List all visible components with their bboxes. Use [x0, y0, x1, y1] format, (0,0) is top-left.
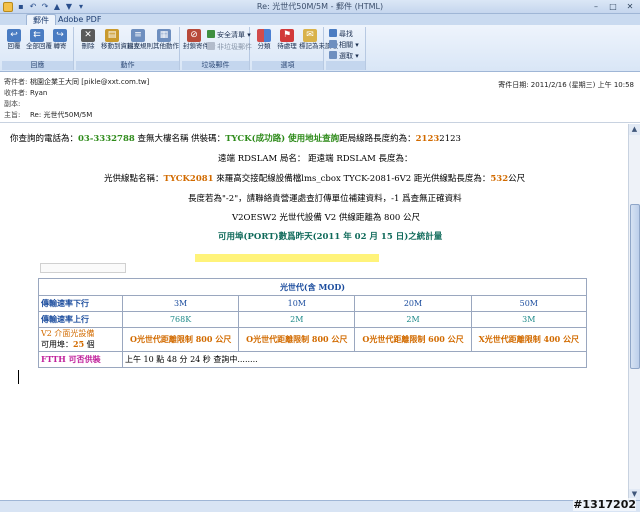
move-to-folder-button[interactable]: ▤ 移動到資料夾: [101, 28, 140, 60]
table-row-downlink: 傳輸速率下行 3M 10M 20M 50M: [38, 295, 588, 312]
reply-all-icon: ⇇: [30, 29, 44, 42]
reply-button[interactable]: ↩ 回覆: [3, 28, 25, 60]
v2-distance-line: V2OESW2 光世代設備 V2 供線距離為 800 公尺: [232, 213, 420, 223]
junk-group-label: 垃圾郵件: [182, 61, 249, 70]
respond-group: ↩ 回覆 ⇇ 全部回覆 ↪ 轉寄 回應: [2, 27, 74, 70]
block-sender-button[interactable]: ⊘ 封鎖寄件者: [183, 28, 216, 60]
rdslam-line: 遠端 RDSLAM 局名： 距遠端 RDSLAM 長度為：: [218, 154, 413, 164]
not-junk-button[interactable]: 非垃圾郵件: [207, 42, 252, 52]
table-title: 光世代(含 MOD): [38, 278, 587, 296]
minimize-button[interactable]: –: [588, 1, 604, 12]
supply-code: TYCK(成功路) 使用地址查詢: [225, 134, 340, 144]
message-body[interactable]: 你查詢的電話為：03-3332788 查無大樓名稱 供裝碼：TYCK(成功路) …: [0, 124, 628, 500]
fiber-point-line: 光供線點名稱：TYCK2081 來羅高交接配線設備檔lms_cbox TYCK-…: [104, 174, 526, 184]
from-row: 寄件者: 桃園企業王大同 [pikle@xxt.com.tw]: [4, 78, 150, 86]
delete-button[interactable]: ✕ 刪除: [77, 28, 99, 60]
folder-icon: ▤: [105, 29, 119, 42]
to-value[interactable]: Ryan: [30, 89, 47, 97]
message-header: 寄件者: 桃園企業王大同 [pikle@xxt.com.tw] 收件者: Ryan …: [0, 73, 640, 123]
respond-group-label: 回應: [2, 61, 73, 70]
categorize-button[interactable]: 分類: [253, 28, 275, 60]
safe-list-button[interactable]: 安全清單 ▾: [207, 30, 251, 40]
junk-mail-group: ⊘ 封鎖寄件者 安全清單 ▾ 非垃圾郵件 垃圾郵件: [182, 27, 252, 70]
binoculars-icon: [329, 29, 337, 37]
ftth-status: 上午 10 點 48 分 24 秒 查詢中........: [122, 351, 587, 368]
to-row: 收件者: Ryan: [4, 89, 48, 97]
subject-value: Re: 光世代50M/5M: [30, 111, 93, 119]
find-group-label: [326, 61, 365, 70]
not-junk-icon: [207, 42, 215, 50]
mark-unread-button[interactable]: ✉ 標記為未讀取: [299, 28, 338, 60]
close-button[interactable]: ✕: [622, 1, 638, 12]
related-icon: [329, 40, 337, 48]
line-length: 2123: [415, 134, 440, 144]
table-row-uplink: 傳輸速率上行 768K 2M 2M 3M: [38, 311, 588, 328]
sent-date: 寄件日期: 2011/2/16 (星期三) 上午 10:58: [498, 81, 634, 89]
find-button[interactable]: 尋找: [329, 29, 353, 39]
maximize-button[interactable]: □: [605, 1, 621, 12]
other-actions-button[interactable]: ▦ 其他動作: [153, 28, 179, 60]
port-stats-line: 可用埠(PORT)數爲昨天(2011 年 02 月 15 日)之統計量: [218, 232, 443, 242]
other-actions-icon: ▦: [157, 29, 171, 42]
cc-row: 副本:: [4, 100, 21, 108]
delete-icon: ✕: [81, 29, 95, 42]
categorize-icon: [257, 29, 271, 42]
actions-group: ✕ 刪除 ▤ 移動到資料夾 ≡ 建立規則 ▦ 其他動作 動作: [76, 27, 180, 70]
related-button[interactable]: 相關 ▾: [329, 40, 359, 50]
fiber-service-table: 光世代(含 MOD) 傳輸速率下行 3M 10M 20M 50M 傳輸速率上行 …: [38, 278, 588, 368]
phone-number: 03-3332788: [78, 134, 135, 144]
forward-icon: ↪: [53, 29, 67, 42]
ribbon: ↩ 回覆 ⇇ 全部回覆 ↪ 轉寄 回應 ✕ 刪除 ▤ 移動到資料夾 ≡ 建立規則…: [0, 25, 640, 72]
window-title: Re: 光世代50M/5M - 郵件 (HTML): [256, 2, 384, 11]
scroll-up-icon[interactable]: ▲: [629, 124, 640, 135]
title-bar: ▪ ↶ ↷ ▲ ▼ ▾ Re: 光世代50M/5M - 郵件 (HTML) – …: [0, 0, 640, 14]
select-button[interactable]: 選取 ▾: [329, 51, 359, 61]
watermark: #1317202: [573, 498, 636, 511]
options-group: 分類 ⚑ 待處理 ✉ 標記為未讀取 選項: [252, 27, 338, 70]
fiber-point-code: TYCK2081: [163, 174, 214, 184]
options-group-label: 選項: [252, 61, 323, 70]
available-ports: 25: [73, 339, 85, 349]
table-row-ftth: FTTH 可否供裝 上午 10 點 48 分 24 秒 查詢中........: [38, 351, 587, 368]
status-bar: [0, 500, 640, 512]
forward-button[interactable]: ↪ 轉寄: [49, 28, 71, 60]
flag-icon: ⚑: [280, 29, 294, 42]
envelope-icon: ✉: [303, 29, 317, 42]
length-note-line: 長度若為"-2"，請聯絡貴營運處查訂傳單位補建資料，-1 爲查無正確資料: [188, 194, 462, 204]
vertical-scrollbar[interactable]: ▲ ▼: [628, 124, 640, 500]
create-rule-button[interactable]: ≡ 建立規則: [127, 28, 153, 60]
block-sender-icon: ⊘: [187, 29, 201, 42]
ribbon-tabs: 郵件 Adobe PDF: [0, 14, 640, 25]
table-row-v2: V2 介面光設備 可用埠：25 個 O光世代距離限制 800 公尺 O光世代距離…: [38, 327, 588, 352]
reply-all-button[interactable]: ⇇ 全部回覆: [26, 28, 52, 60]
scroll-thumb[interactable]: [630, 204, 640, 369]
empty-input-box: [40, 263, 126, 273]
fiber-length: 532: [490, 174, 509, 184]
select-icon: [329, 51, 337, 59]
from-value[interactable]: 桃園企業王大同 [pikle@xxt.com.tw]: [30, 78, 149, 86]
subject-row: 主旨: Re: 光世代50M/5M: [4, 111, 93, 119]
reply-icon: ↩: [7, 29, 21, 42]
find-group: 尋找 相關 ▾ 選取 ▾: [326, 27, 366, 70]
safe-list-icon: [207, 30, 215, 38]
query-result-line: 你查詢的電話為：03-3332788 查無大樓名稱 供裝碼：TYCK(成功路) …: [10, 134, 461, 144]
text-cursor: [18, 370, 19, 384]
follow-up-button[interactable]: ⚑ 待處理: [276, 28, 298, 60]
tab-adobe-pdf[interactable]: Adobe PDF: [52, 14, 107, 25]
yellow-highlight-bar: [195, 254, 379, 262]
rule-icon: ≡: [131, 29, 145, 42]
actions-group-label: 動作: [76, 61, 179, 70]
